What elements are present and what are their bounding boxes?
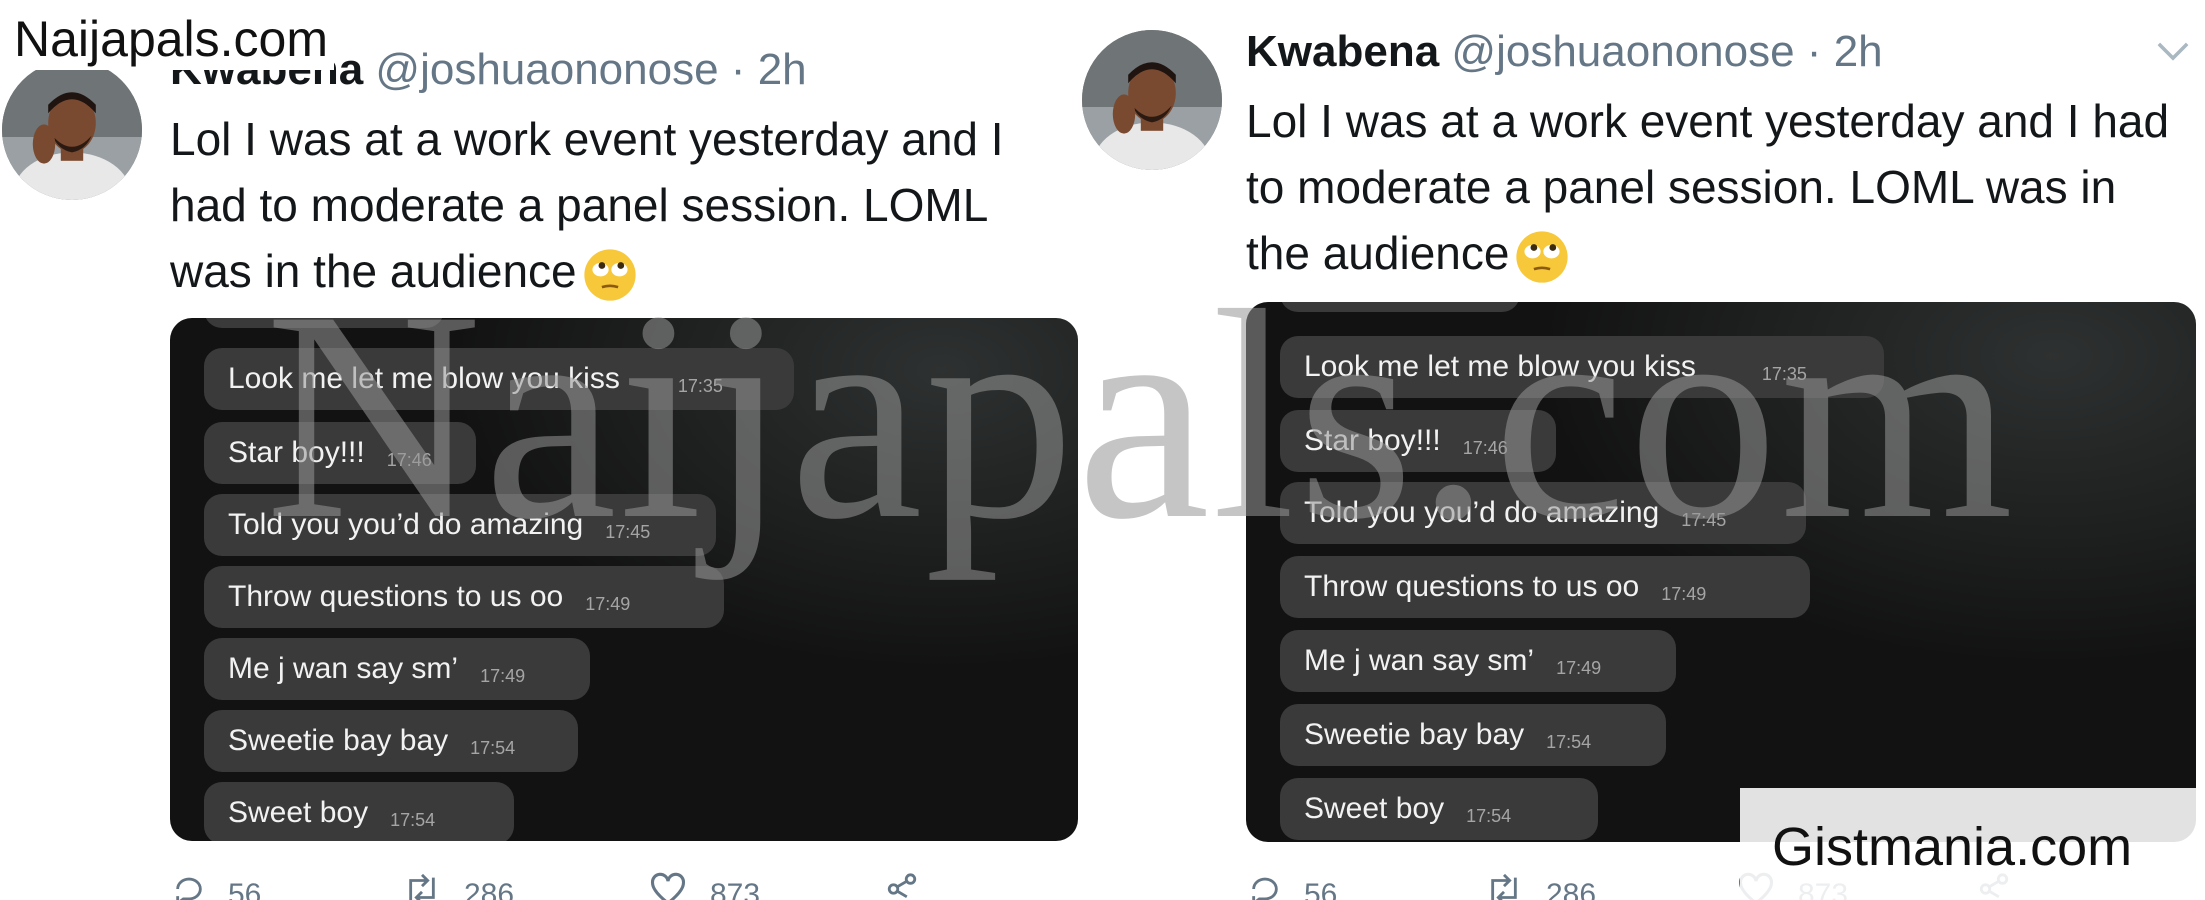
- message-text: Told you you’d do amazing: [1304, 496, 1660, 529]
- message-text: Star boy!!!: [228, 436, 365, 469]
- chat-message: Star boy!!! 17:46: [204, 422, 476, 484]
- message-time: 17:54: [1546, 731, 1592, 752]
- chat-message: Me j wan say sm’ 17:49: [204, 638, 590, 700]
- separator-dot: ·: [1806, 27, 1822, 76]
- tweet-age[interactable]: 2h: [1834, 27, 1883, 76]
- share-button[interactable]: [884, 872, 920, 900]
- chat-screenshot: Look me let me blow you kiss 17:35 Star …: [1246, 302, 2196, 842]
- tweet-screenshot-right: Kwabena @joshuaononose · 2h Lol I was at…: [1078, 0, 2205, 900]
- heart-icon: [650, 872, 686, 900]
- face-with-rolling-eyes-icon: [1515, 230, 1569, 284]
- reply-count: 56: [228, 878, 262, 900]
- chat-message: Sweetie bay bay 17:54: [1280, 704, 1666, 766]
- chat-message: Throw questions to us oo 17:49: [1280, 556, 1810, 618]
- message-time: 17:45: [605, 521, 651, 542]
- separator-dot: ·: [730, 45, 746, 94]
- user-handle[interactable]: @joshuaononose: [375, 45, 718, 94]
- chat-message: Look me let me blow you kiss 17:35: [204, 348, 794, 410]
- retweet-button[interactable]: 286: [1484, 872, 1736, 900]
- person-avatar-icon: [1082, 30, 1222, 170]
- chat-message: Sweet boy 17:54: [1280, 778, 1598, 840]
- tweet-screenshot-left: Kwabena @joshuaononose · 2h Lol I was at…: [0, 0, 1078, 900]
- message-text: Sweetie bay bay: [228, 724, 449, 757]
- message-time: 17:49: [585, 593, 631, 614]
- user-name[interactable]: Kwabena: [1246, 27, 1439, 76]
- message-time: 17:54: [470, 737, 516, 758]
- reply-count: 56: [1304, 878, 1338, 900]
- chat-message: Me j wan say sm’ 17:49: [1280, 630, 1676, 692]
- chat-screenshot: Look me let me blow you kiss 17:35 Star …: [170, 318, 1078, 841]
- reply-button[interactable]: 56: [172, 872, 402, 900]
- chat-message: Told you you’d do amazing 17:45: [1280, 482, 1806, 544]
- message-text: Throw questions to us oo: [228, 580, 564, 613]
- message-text: Sweet boy: [228, 796, 369, 829]
- tweet-actions: 56 286 873: [172, 872, 920, 900]
- message-text: Look me let me blow you kiss: [1304, 350, 1696, 383]
- chat-bubble-partial: [1280, 302, 1520, 312]
- share-icon: [887, 873, 917, 899]
- face-with-rolling-eyes-icon: [583, 248, 637, 302]
- message-time: 17:49: [1556, 657, 1602, 678]
- avatar[interactable]: [2, 60, 142, 200]
- retweet-button[interactable]: 286: [402, 872, 648, 900]
- reply-icon: [176, 877, 202, 900]
- chat-message: Told you you’d do amazing 17:45: [204, 494, 716, 556]
- chat-message: Sweetie bay bay 17:54: [204, 710, 578, 772]
- retweet-icon: [1491, 873, 1517, 900]
- message-time: 17:46: [1462, 437, 1508, 458]
- message-text: Look me let me blow you kiss: [228, 362, 620, 395]
- chevron-down-icon[interactable]: [2156, 40, 2190, 62]
- retweet-count: 286: [464, 878, 515, 900]
- chat-message: Look me let me blow you kiss 17:35: [1280, 336, 1884, 398]
- like-button[interactable]: 873: [648, 872, 884, 900]
- tweet-age[interactable]: 2h: [758, 45, 807, 94]
- message-time: 17:35: [677, 375, 723, 396]
- person-avatar-icon: [2, 60, 142, 200]
- chat-message: Sweet boy 17:54: [204, 782, 514, 841]
- tweet-header: Kwabena @joshuaononose · 2h: [1246, 30, 1883, 74]
- message-text: Told you you’d do amazing: [228, 508, 584, 541]
- site-label: Naijapals.com: [8, 8, 335, 70]
- message-time: 17:49: [480, 665, 526, 686]
- tweet-text: Lol I was at a work event yesterday and …: [1246, 95, 2170, 279]
- like-count: 873: [710, 878, 761, 900]
- message-time: 17:54: [390, 809, 436, 830]
- tweet-body: Lol I was at a work event yesterday and …: [170, 106, 1070, 304]
- message-time: 17:45: [1681, 509, 1727, 530]
- message-text: Sweet boy: [1304, 792, 1445, 825]
- message-text: Me j wan say sm’: [1304, 644, 1535, 677]
- avatar[interactable]: [1082, 30, 1222, 170]
- tweet-body: Lol I was at a work event yesterday and …: [1246, 88, 2186, 286]
- message-time: 17:46: [386, 449, 432, 470]
- site-label: Gistmania.com: [1740, 788, 2205, 900]
- message-time: 17:35: [1761, 363, 1807, 384]
- user-handle[interactable]: @joshuaononose: [1451, 27, 1794, 76]
- retweet-icon: [409, 873, 435, 900]
- message-text: Sweetie bay bay: [1304, 718, 1525, 751]
- message-text: Star boy!!!: [1304, 424, 1441, 457]
- message-time: 17:54: [1466, 805, 1512, 826]
- reply-icon: [1252, 877, 1278, 900]
- chat-bubble-partial: [204, 318, 444, 328]
- reply-button[interactable]: 56: [1248, 872, 1484, 900]
- chat-message: Throw questions to us oo 17:49: [204, 566, 724, 628]
- message-text: Me j wan say sm’: [228, 652, 459, 685]
- message-text: Throw questions to us oo: [1304, 570, 1640, 603]
- message-time: 17:49: [1661, 583, 1707, 604]
- retweet-count: 286: [1546, 878, 1597, 900]
- chat-message: Star boy!!! 17:46: [1280, 410, 1556, 472]
